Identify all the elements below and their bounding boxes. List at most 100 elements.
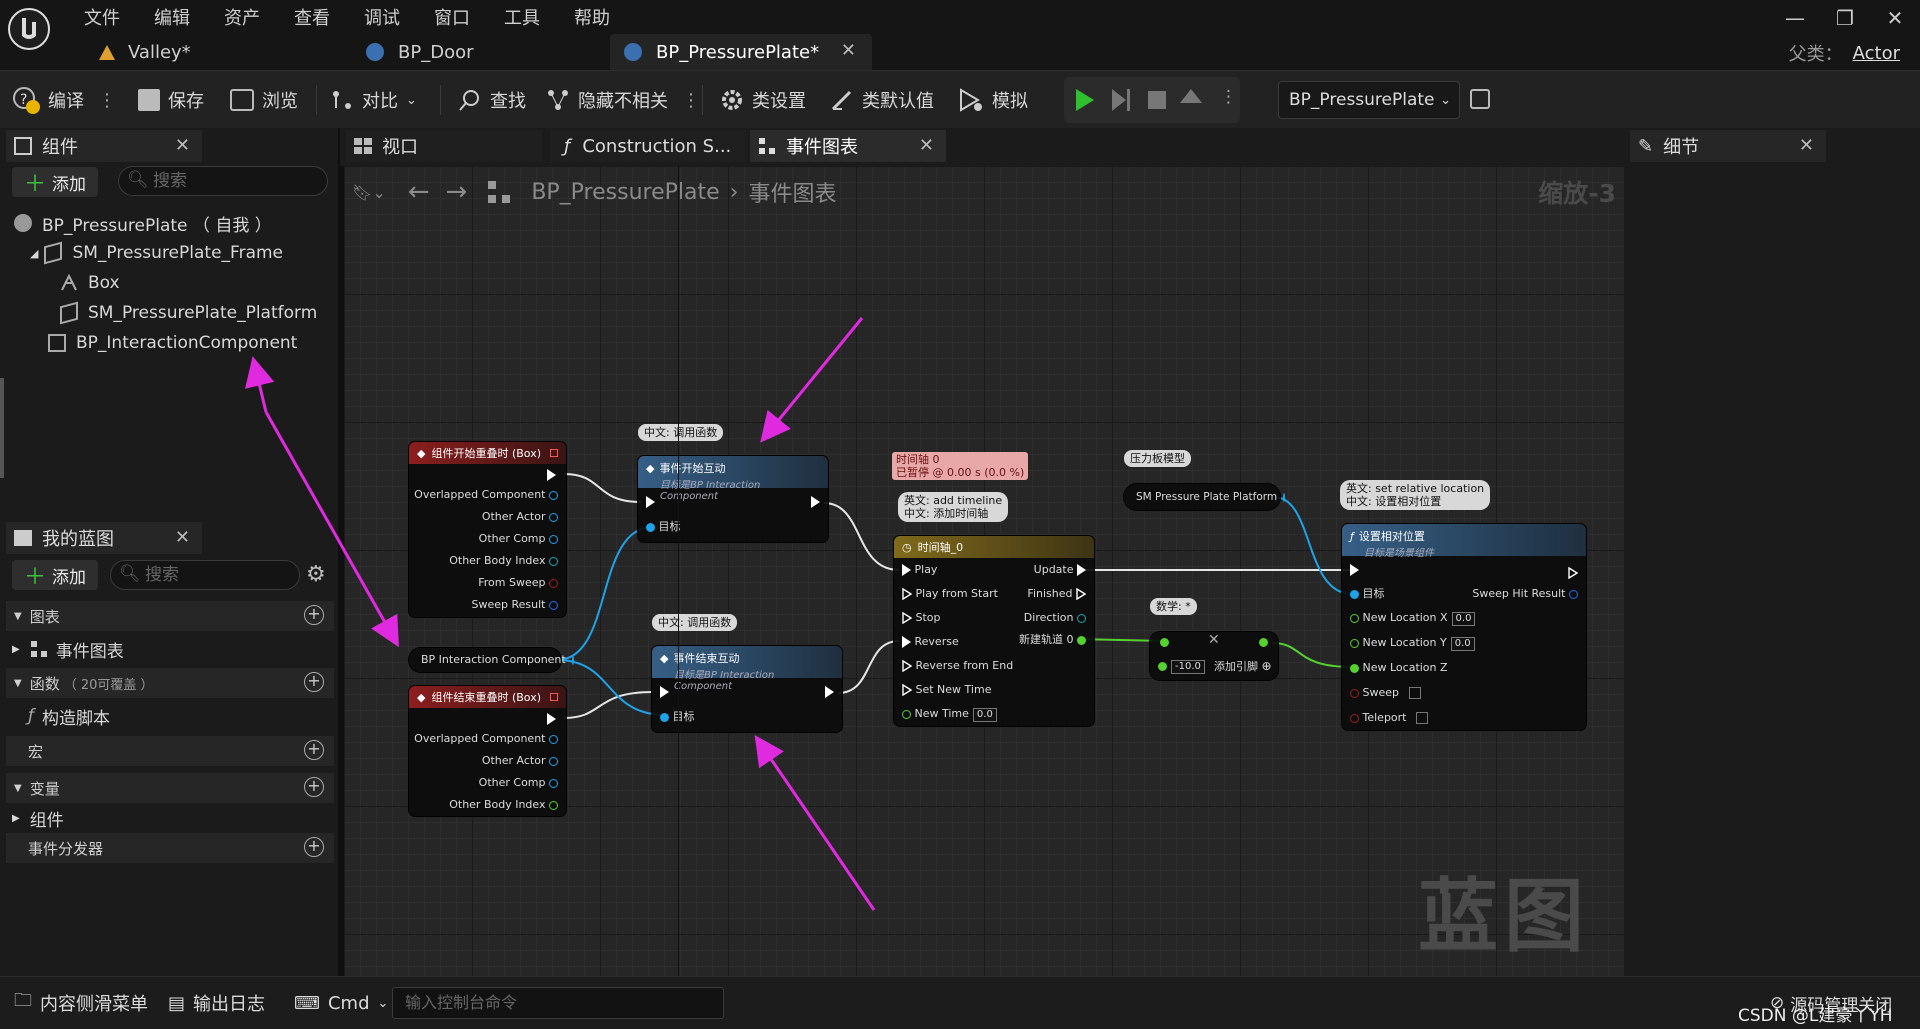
- pin-set-new-time[interactable]: Set New Time: [902, 682, 991, 698]
- node-begin-overlap[interactable]: ◆ 组件开始重叠时 (Box) Overlapped Component Othe…: [409, 442, 566, 617]
- add-variable-icon[interactable]: +: [304, 777, 324, 797]
- x-value[interactable]: 0.0: [1451, 612, 1476, 626]
- close-icon[interactable]: ✕: [919, 135, 934, 156]
- node-comment[interactable]: 中文: 调用函数: [652, 614, 738, 631]
- class-settings-button[interactable]: 类设置: [720, 78, 806, 122]
- section-macros[interactable]: 宏 +: [6, 736, 334, 766]
- pin-target[interactable]: 目标: [646, 519, 681, 535]
- sweep-checkbox[interactable]: [1408, 687, 1421, 699]
- diff-button[interactable]: 对比 ⌄: [330, 78, 417, 122]
- pin-other-comp[interactable]: Other Comp: [479, 531, 558, 547]
- node-comment[interactable]: 英文: set relative location 中文: 设置相对位置: [1340, 480, 1491, 510]
- node-end-overlap[interactable]: ◆ 组件结束重叠时 (Box) Overlapped Component Othe…: [409, 686, 566, 816]
- section-event-dispatchers[interactable]: 事件分发器 +: [6, 833, 334, 863]
- pin-new-location-z[interactable]: New Location Z: [1350, 660, 1448, 676]
- pin-stop[interactable]: Stop: [902, 610, 941, 626]
- pin-other-actor[interactable]: Other Actor: [482, 509, 558, 525]
- exec-out-pin[interactable]: [825, 686, 834, 698]
- pin-target[interactable]: 目标: [1350, 586, 1385, 602]
- menu-window[interactable]: 窗口: [434, 4, 470, 30]
- tree-item-self[interactable]: BP_PressurePlate （ 自我 ）: [14, 208, 272, 238]
- components-tab[interactable]: 组件 ✕: [6, 130, 202, 162]
- pin-play[interactable]: Play: [902, 562, 937, 578]
- teleport-checkbox[interactable]: [1416, 712, 1428, 724]
- multiply-value[interactable]: -10.0: [1171, 660, 1205, 674]
- pin-sweep-hit-result[interactable]: Sweep Hit Result: [1472, 586, 1578, 602]
- node-multiply[interactable]: ✕ -10.0 添加引脚 ⊕: [1150, 632, 1278, 680]
- section-graphs[interactable]: ▼ 图表 +: [6, 601, 334, 631]
- y-value[interactable]: 0.0: [1450, 637, 1475, 651]
- delegate-pin[interactable]: [550, 693, 558, 701]
- close-icon[interactable]: ✕: [175, 135, 190, 156]
- object-out-pin[interactable]: [571, 655, 574, 665]
- add-member-button[interactable]: ＋ 添加: [12, 560, 99, 590]
- pin-reverse-from-end[interactable]: Reverse from End: [902, 658, 1013, 674]
- cmd-dropdown[interactable]: ⌨ Cmd ⌄: [294, 983, 388, 1023]
- node-end-interact[interactable]: ◆ 事件结束互动 目标是BP Interaction Component 目标: [652, 646, 842, 732]
- section-functions[interactable]: ▼ 函数 （ 20可覆盖 ） +: [6, 668, 334, 698]
- debug-target-select[interactable]: BP_PressurePlate ⌄: [1278, 81, 1460, 119]
- close-window-icon[interactable]: ✕: [1870, 6, 1920, 30]
- gear-icon[interactable]: ⚙: [306, 562, 326, 587]
- console-input[interactable]: 输入控制台命令: [392, 987, 724, 1019]
- my-blueprint-search-input[interactable]: 🔍︎ 搜索: [110, 560, 300, 590]
- play-icon[interactable]: [1076, 89, 1094, 111]
- node-comment[interactable]: 英文: add timeline 中文: 添加时间轴: [898, 492, 1009, 522]
- tree-item-platform[interactable]: SM_PressurePlate_Platform: [60, 298, 317, 328]
- new-time-value[interactable]: 0.0: [972, 708, 997, 722]
- pin-reverse[interactable]: Reverse: [902, 634, 959, 650]
- my-blueprint-tab[interactable]: 我的蓝图 ✕: [6, 522, 202, 554]
- pin-direction[interactable]: Direction: [1024, 610, 1086, 626]
- restore-icon[interactable]: ❐: [1820, 6, 1870, 30]
- tab-event-graph[interactable]: 事件图表 ✕: [750, 130, 946, 162]
- tree-item-interaction-component[interactable]: BP_InteractionComponent: [48, 328, 297, 358]
- output-log-button[interactable]: ▤ 输出日志: [168, 983, 265, 1023]
- event-graph-item[interactable]: ▶ 事件图表: [12, 634, 124, 664]
- content-drawer-button[interactable]: 🗀 内容侧滑菜单: [14, 983, 148, 1023]
- add-graph-icon[interactable]: +: [304, 605, 324, 625]
- pin-from-sweep[interactable]: From Sweep: [478, 575, 558, 591]
- close-icon[interactable]: ✕: [1799, 135, 1814, 156]
- splitter[interactable]: [0, 378, 4, 478]
- eject-icon[interactable]: [1180, 89, 1202, 103]
- exec-in-pin[interactable]: [1350, 564, 1359, 576]
- pin-sweep-result[interactable]: Sweep Result: [472, 597, 558, 613]
- tree-item-box[interactable]: Box: [60, 268, 120, 298]
- node-start-interact[interactable]: ◆ 事件开始互动 目标是BP Interaction Component 目标: [638, 456, 828, 542]
- pin-play-from-start[interactable]: Play from Start: [902, 586, 998, 602]
- menu-tools[interactable]: 工具: [504, 4, 540, 30]
- browse-button[interactable]: 浏览: [230, 78, 298, 122]
- tab-viewport[interactable]: 视口: [346, 130, 542, 162]
- pin-finished[interactable]: Finished: [1027, 586, 1087, 602]
- exec-out-pin[interactable]: [547, 469, 556, 481]
- add-component-button[interactable]: ＋ 添加: [12, 167, 99, 197]
- node-comment[interactable]: 中文: 调用函数: [638, 424, 724, 441]
- node-timeline[interactable]: ◷ 时间轴_0 Play Play from Start Stop Reverse…: [894, 536, 1094, 726]
- pin-other-actor[interactable]: Other Actor: [482, 753, 558, 769]
- menu-file[interactable]: 文件: [84, 4, 120, 30]
- find-button[interactable]: 查找: [458, 78, 526, 122]
- pin-update[interactable]: Update: [1034, 562, 1086, 578]
- add-macro-icon[interactable]: +: [304, 740, 324, 760]
- float-out-pin[interactable]: [1259, 638, 1268, 647]
- menu-view[interactable]: 查看: [294, 4, 330, 30]
- pin-overlapped-component[interactable]: Overlapped Component: [414, 487, 558, 503]
- construction-script-item[interactable]: ƒ 构造脚本: [28, 701, 110, 731]
- components-search-input[interactable]: 🔍︎ 搜索: [118, 166, 328, 196]
- minimize-icon[interactable]: —: [1770, 6, 1820, 30]
- unreal-logo-icon[interactable]: [8, 8, 50, 50]
- class-defaults-button[interactable]: 类默认值: [830, 78, 934, 122]
- menu-help[interactable]: 帮助: [574, 4, 610, 30]
- add-dispatcher-icon[interactable]: +: [304, 837, 324, 857]
- debug-browse-icon[interactable]: [1470, 89, 1490, 109]
- menu-edit[interactable]: 编辑: [154, 4, 190, 30]
- pin-other-comp[interactable]: Other Comp: [479, 775, 558, 791]
- parent-class-link[interactable]: Actor: [1853, 43, 1900, 64]
- pin-overlapped-component[interactable]: Overlapped Component: [414, 731, 558, 747]
- event-graph-canvas[interactable]: 🔖︎⌄ ← → BP_PressurePlate › 事件图表 缩放-3 蓝图 …: [344, 166, 1624, 976]
- details-tab[interactable]: ✎ 细节 ✕: [1630, 130, 1826, 162]
- doc-tab-valley[interactable]: Valley*: [84, 34, 334, 70]
- tab-construction-script[interactable]: ƒ Construction S...: [550, 130, 746, 162]
- float-in-pin-b[interactable]: -10.0: [1158, 658, 1205, 674]
- variables-components-item[interactable]: ▶ 组件: [12, 803, 64, 833]
